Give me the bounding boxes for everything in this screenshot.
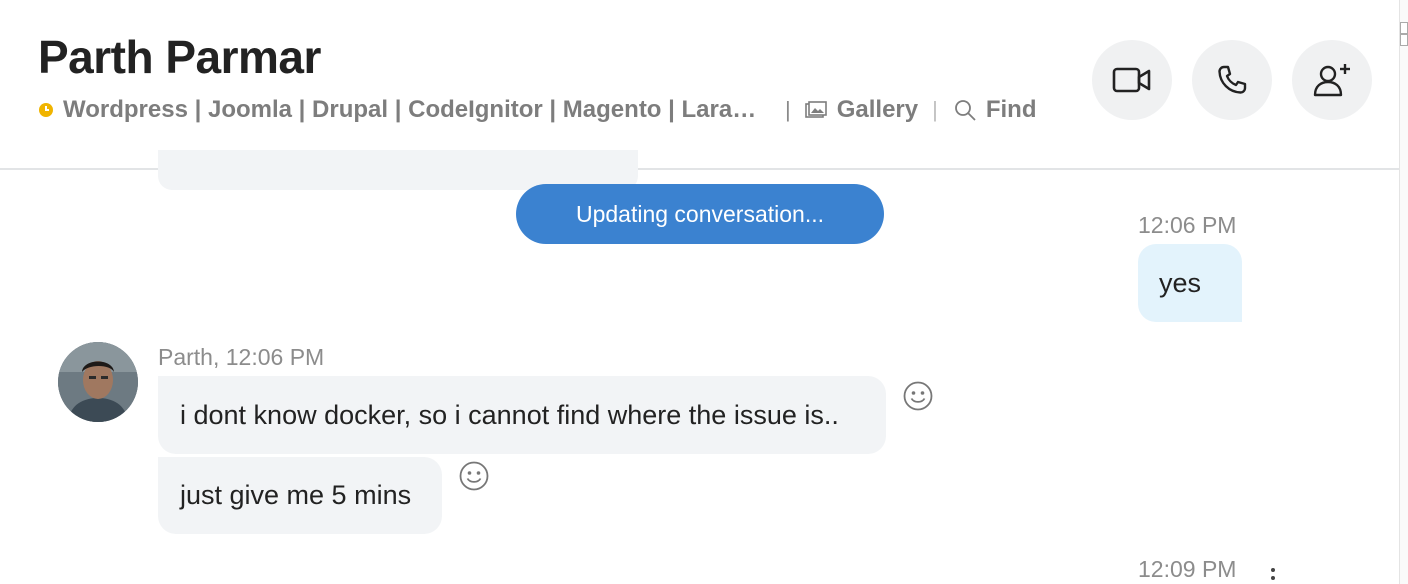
- updating-banner: Updating conversation...: [516, 184, 884, 244]
- add-person-icon: [1313, 64, 1350, 97]
- find-label: Find: [985, 96, 1037, 123]
- header-subline: Wordpress | Joomla | Drupal | CodeIgnito…: [38, 96, 1036, 124]
- edge-marker: [1400, 34, 1408, 46]
- conversation-header: Parth Parmar Wordpress | Joomla | Drupal…: [0, 0, 1400, 170]
- video-call-icon: [1112, 67, 1151, 93]
- incoming-message[interactable]: i dont know docker, so i cannot find whe…: [158, 376, 886, 454]
- separator: |: [932, 97, 938, 122]
- mood-message[interactable]: Wordpress | Joomla | Drupal | CodeIgnito…: [63, 96, 763, 124]
- contact-name[interactable]: Parth Parmar: [38, 30, 321, 84]
- add-people-button[interactable]: [1292, 40, 1372, 120]
- message-timestamp: 12:09 PM: [1138, 556, 1237, 582]
- find-link[interactable]: Find: [954, 96, 1037, 124]
- video-call-button[interactable]: [1092, 40, 1172, 120]
- gallery-icon: [804, 101, 827, 118]
- emoji-reaction-icon[interactable]: [903, 381, 933, 411]
- search-icon: [954, 100, 976, 121]
- audio-call-button[interactable]: [1192, 40, 1272, 120]
- sender-name-time: Parth, 12:06 PM: [158, 344, 325, 370]
- gallery-label: Gallery: [836, 96, 919, 123]
- edge-marker: [1400, 22, 1408, 34]
- message-timestamp: 12:06 PM: [1138, 212, 1237, 238]
- avatar[interactable]: [58, 342, 138, 422]
- mood-clock-icon: [39, 103, 53, 117]
- phone-icon: [1218, 65, 1247, 94]
- window-edge: [1399, 0, 1408, 584]
- avatar-photo: [58, 342, 138, 422]
- gallery-link[interactable]: Gallery: [804, 96, 919, 124]
- outgoing-message[interactable]: yes: [1138, 244, 1242, 322]
- emoji-reaction-icon[interactable]: [459, 461, 489, 491]
- more-options-icon[interactable]: [1268, 566, 1278, 584]
- incoming-message[interactable]: just give me 5 mins: [158, 457, 442, 534]
- separator: |: [785, 97, 791, 122]
